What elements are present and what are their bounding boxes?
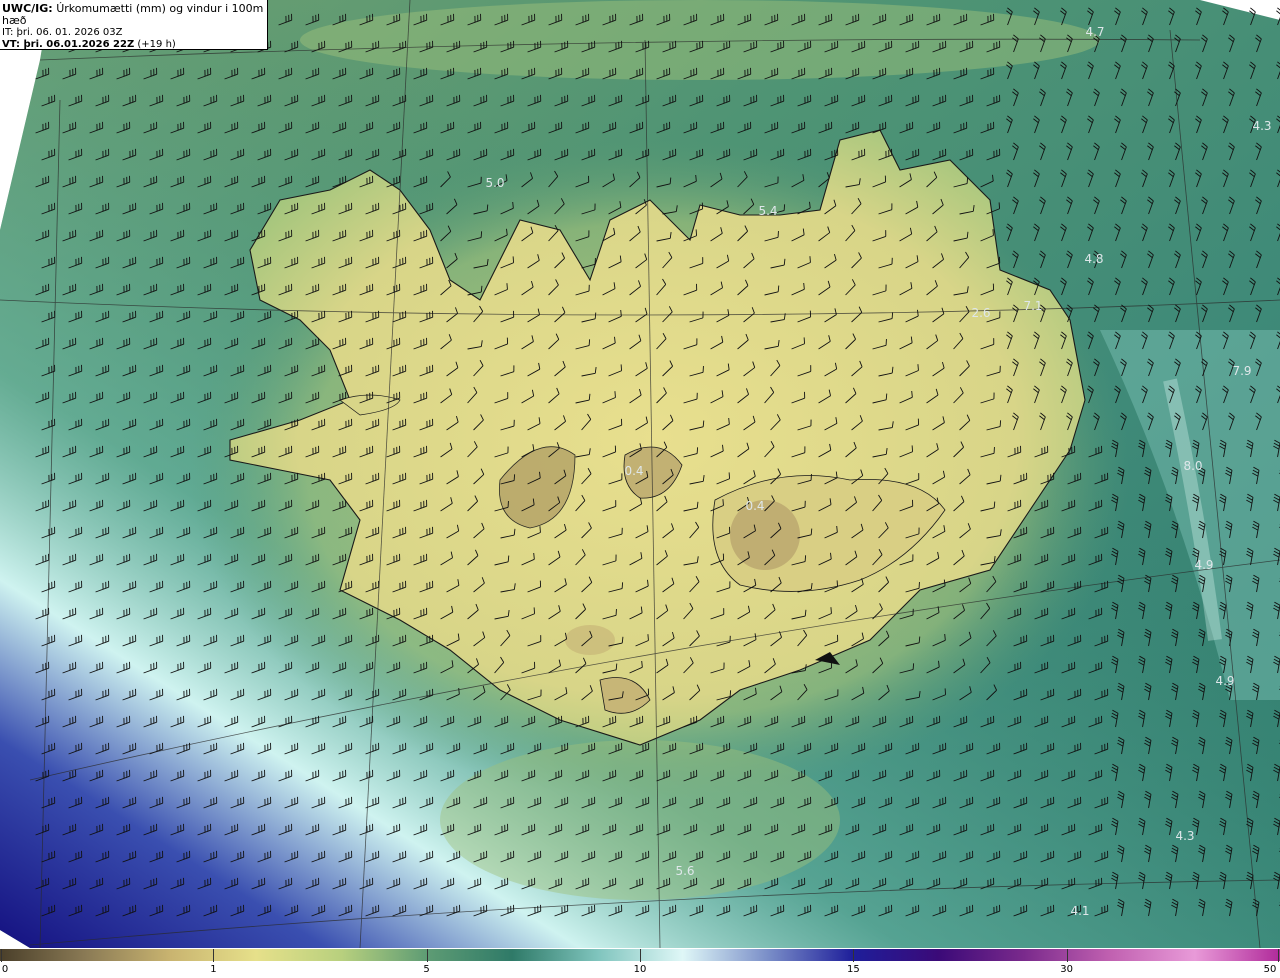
colorbar-tick-mark bbox=[1278, 949, 1279, 962]
map-label: 4.3 bbox=[1252, 119, 1271, 133]
map-label: 4.7 bbox=[1085, 25, 1104, 39]
colorbar-tick-mark bbox=[426, 949, 428, 962]
map-label: 5.4 bbox=[758, 204, 777, 218]
colorbar-tick-label: 10 bbox=[633, 964, 647, 975]
map-label: 2.6 bbox=[971, 306, 990, 320]
colorbar-tick-label: 0 bbox=[1, 964, 9, 975]
issue-time: IT: þri. 06. 01. 2026 03Z bbox=[2, 27, 123, 38]
map-label: 4.3 bbox=[1175, 829, 1194, 843]
forecast-map[interactable]: 4.7 4.3 5.0 5.4 4.8 2.6 7.1 7.9 8.0 4.9 … bbox=[0, 0, 1280, 948]
map-label: 4.9 bbox=[1215, 674, 1234, 688]
map-title-box: UWC/IG: Úrkomumætti (mm) og vindur i 100… bbox=[0, 0, 268, 50]
colorbar-tick-mark bbox=[640, 949, 641, 962]
map-label: 7.9 bbox=[1232, 364, 1251, 378]
colorbar-tick-label: 30 bbox=[1060, 964, 1073, 975]
map-label: 5.0 bbox=[485, 176, 504, 190]
colorbar-tick-mark bbox=[853, 949, 855, 962]
colorbar-tick-label: 1 bbox=[210, 964, 217, 975]
map-canvas: 4.7 4.3 5.0 5.4 4.8 2.6 7.1 7.9 8.0 4.9 … bbox=[0, 0, 1280, 948]
map-label: 0.4 bbox=[624, 464, 643, 478]
colorbar-tick-mark bbox=[213, 949, 215, 962]
map-label: 7.1 bbox=[1023, 299, 1042, 313]
map-label: 4.9 bbox=[1194, 558, 1213, 572]
map-label: 0.4 bbox=[745, 499, 764, 513]
valid-time: VT: þri. 06.01.2026 22Z bbox=[2, 39, 135, 50]
colorbar-tick-label: 15 bbox=[847, 964, 860, 975]
colorbar-tick-mark bbox=[1, 949, 2, 962]
colorbar-tick-label: 50 bbox=[1263, 964, 1277, 975]
map-label: 4.1 bbox=[1070, 904, 1089, 918]
colorbar-tick-mark bbox=[1066, 949, 1068, 962]
map-label: 5.6 bbox=[675, 864, 694, 878]
lead-time: (+19 h) bbox=[137, 39, 176, 50]
colorbar-tick-label: 5 bbox=[423, 964, 430, 975]
map-label: 8.0 bbox=[1183, 459, 1202, 473]
map-label: 4.8 bbox=[1084, 252, 1103, 266]
colorbar: 0 1 5 10 15 30 50 bbox=[0, 948, 1280, 978]
